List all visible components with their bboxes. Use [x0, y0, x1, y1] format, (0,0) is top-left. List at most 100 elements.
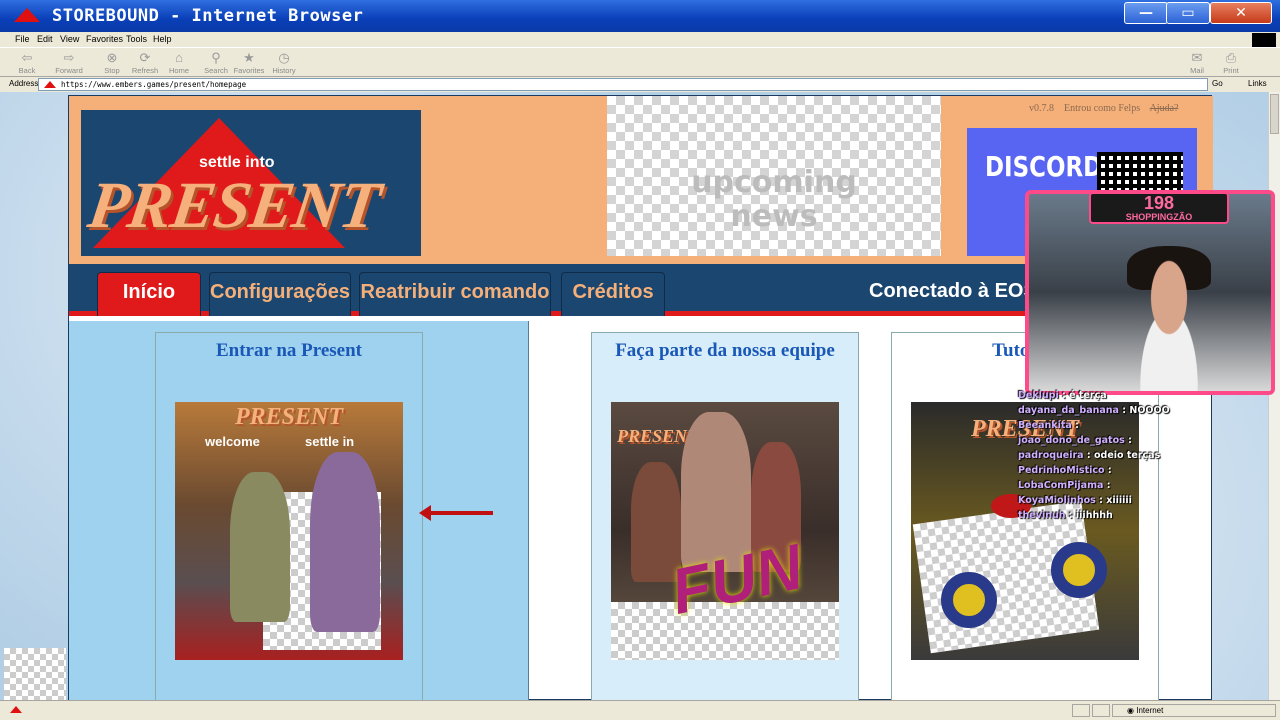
tab-inicio[interactable]: Início — [97, 272, 201, 316]
title-bar[interactable]: STOREBOUND - Internet Browser — ▭ ✕ — [0, 0, 1280, 32]
chat-user: KoyaMiolinhos — [1018, 495, 1096, 506]
card-title: Faça parte da nossa equipe — [615, 340, 835, 361]
chat-line: PedrinhoMistico : — [1018, 465, 1112, 476]
back-button[interactable]: ⇦ Back — [10, 50, 44, 76]
version-text: v0.7.8 — [1029, 103, 1054, 114]
account-line: v0.7.8 Entrou como Felps Ajuda? — [1029, 103, 1178, 114]
menu-view[interactable]: View — [60, 34, 79, 44]
page-favicon-icon — [44, 81, 56, 88]
print-button[interactable]: ⎙ Print — [1214, 50, 1248, 76]
toolbar: ⇦ Back ⇨ Forward ⊗ Stop ⟳ Refresh ⌂ Home ⚲ Sea… — [0, 47, 1280, 77]
menu-help[interactable]: Help — [153, 34, 172, 44]
search-icon: ⚲ — [211, 50, 221, 65]
stop-button[interactable]: ⊗ Stop — [95, 50, 129, 76]
status-bar: ◉ Internet — [0, 700, 1280, 720]
home-label: Home — [168, 66, 189, 75]
search-button[interactable]: ⚲ Search — [199, 50, 233, 76]
window-title: STOREBOUND - Internet Browser — [52, 6, 364, 26]
tab-configuracoes[interactable]: Configurações — [209, 272, 351, 316]
zone-label: Internet — [1136, 706, 1164, 715]
card-join-team[interactable]: Faça parte da nossa equipe PRESENT FUN — [591, 332, 859, 700]
back-label: Back — [18, 66, 36, 75]
favorites-button[interactable]: ★ Favorites — [232, 50, 266, 76]
present-logo[interactable]: settle into PRESENT — [81, 110, 421, 256]
home-icon: ⌂ — [175, 50, 183, 65]
menu-file[interactable]: File — [15, 34, 30, 44]
printer-icon: ⎙ — [1225, 50, 1237, 65]
forward-button[interactable]: ⇨ Forward — [52, 50, 86, 76]
tab-creditos[interactable]: Créditos — [561, 272, 665, 316]
image-banner: PRESENT — [234, 404, 344, 430]
streamer-webcam-overlay: 198 SHOPPINGZÃO — [1025, 190, 1275, 395]
chat-line: LobaComPijama : — [1018, 480, 1111, 491]
refresh-label: Refresh — [131, 66, 159, 75]
chat-user: Beeankita — [1018, 420, 1072, 431]
home-button[interactable]: ⌂ Home — [162, 50, 196, 76]
page-status-icon — [10, 706, 22, 713]
forward-arrow-icon: ⇨ — [63, 50, 75, 65]
news-line-2: news — [730, 199, 818, 234]
viewer-count: 198 — [1143, 193, 1175, 213]
chat-message: iiihhhh — [1075, 510, 1113, 521]
app-logo-icon — [14, 8, 40, 22]
chat-user: Deklupi — [1018, 390, 1059, 401]
address-label: Address — [9, 79, 39, 88]
chat-line: padroqueira : odeio terças — [1018, 450, 1161, 461]
help-link[interactable]: Ajuda? — [1150, 103, 1179, 114]
store-sign-settle: settle in — [305, 434, 355, 449]
chat-user: thevinuh — [1018, 510, 1066, 521]
chat-line: dayana_da_banana : NOOOO — [1018, 405, 1170, 416]
news-line-1: upcoming — [691, 165, 857, 200]
globe-icon: ◉ — [1127, 706, 1134, 715]
chat-user: padroqueira — [1018, 450, 1084, 461]
windows-flag-icon — [1252, 33, 1276, 47]
character-figure — [310, 452, 380, 632]
viewer-count-badge: 198 SHOPPINGZÃO — [1089, 193, 1229, 224]
card-enter-present[interactable]: Entrar na Present PRESENT welcome settle… — [155, 332, 423, 700]
status-cell — [1092, 704, 1110, 717]
news-placeholder: upcoming news — [607, 96, 941, 256]
scrollbar-thumb[interactable] — [1270, 94, 1279, 134]
history-icon: ◷ — [278, 50, 290, 65]
card-title: Entrar na Present — [215, 340, 362, 361]
store-sign-welcome: welcome — [205, 434, 260, 449]
back-arrow-icon: ⇦ — [21, 50, 33, 65]
favorites-label: Favorites — [233, 66, 265, 75]
tab-reatribuir-comando[interactable]: Reatribuir comando — [359, 272, 551, 316]
transparency-placeholder — [4, 648, 66, 700]
history-label: History — [272, 66, 296, 75]
chat-user: LobaComPijama — [1018, 480, 1104, 491]
chat-user: joao_dono_de_gatos — [1018, 435, 1125, 446]
vertical-scrollbar[interactable] — [1268, 92, 1280, 700]
security-zone: ◉ Internet — [1112, 704, 1276, 717]
links-button[interactable]: Links — [1248, 79, 1267, 88]
stop-icon: ⊗ — [106, 50, 118, 65]
go-button[interactable]: Go — [1212, 79, 1223, 88]
menu-favorites[interactable]: Favorites — [86, 34, 123, 44]
pointer-arrow-icon — [419, 505, 493, 521]
history-button[interactable]: ◷ History — [267, 50, 301, 76]
browser-window: STOREBOUND - Internet Browser — ▭ ✕ File… — [0, 0, 1280, 720]
news-text: upcoming news — [607, 166, 941, 234]
maximize-button[interactable]: ▭ — [1166, 2, 1210, 24]
chat-line: joao_dono_de_gatos : — [1018, 435, 1132, 446]
streamer-figure — [1119, 254, 1219, 391]
mail-button[interactable]: ✉ Mail — [1180, 50, 1214, 76]
wheel-icon — [941, 572, 997, 628]
chat-message: é terça — [1069, 390, 1107, 401]
chat-message: NOOOO — [1129, 405, 1170, 416]
stop-label: Stop — [104, 66, 120, 75]
address-input[interactable]: https://www.embers.games/present/homepag… — [38, 78, 1208, 91]
menu-edit[interactable]: Edit — [37, 34, 53, 44]
close-button[interactable]: ✕ — [1210, 2, 1272, 24]
logo-wordmark: PRESENT — [83, 169, 385, 242]
status-cell — [1072, 704, 1090, 717]
chat-message: odeio terças — [1094, 450, 1161, 461]
character-figure — [230, 472, 290, 622]
print-label: Print — [1223, 66, 1239, 75]
card-image-team: PRESENT FUN — [611, 402, 839, 660]
refresh-icon: ⟳ — [139, 50, 151, 65]
refresh-button[interactable]: ⟳ Refresh — [128, 50, 162, 76]
minimize-button[interactable]: — — [1124, 2, 1168, 24]
menu-tools[interactable]: Tools — [126, 34, 147, 44]
